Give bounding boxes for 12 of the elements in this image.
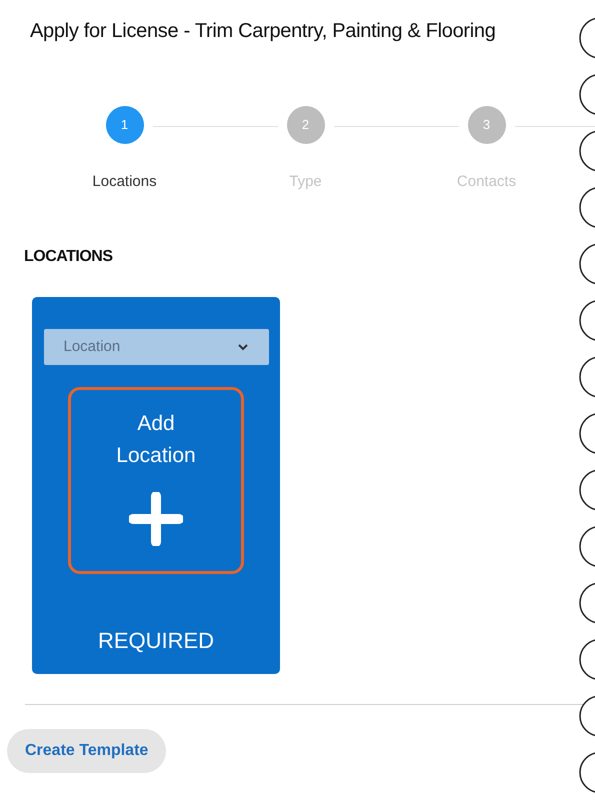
section-heading: LOCATIONS xyxy=(24,247,113,267)
step-label: Type xyxy=(289,172,322,192)
select-placeholder: Location xyxy=(64,336,120,357)
step-label: Locations xyxy=(92,172,157,192)
chevron-down-icon xyxy=(236,343,248,351)
page-title: Apply for License - Trim Carpentry, Painting & Flooring xyxy=(30,19,496,44)
location-select[interactable]: Location xyxy=(44,329,268,365)
create-template-button[interactable]: Create Template xyxy=(7,729,166,773)
required-label: REQUIRED xyxy=(98,627,214,655)
plus-icon xyxy=(129,492,183,546)
step-label: Contacts xyxy=(456,172,516,192)
add-location-button[interactable]: Add Location xyxy=(68,387,244,574)
